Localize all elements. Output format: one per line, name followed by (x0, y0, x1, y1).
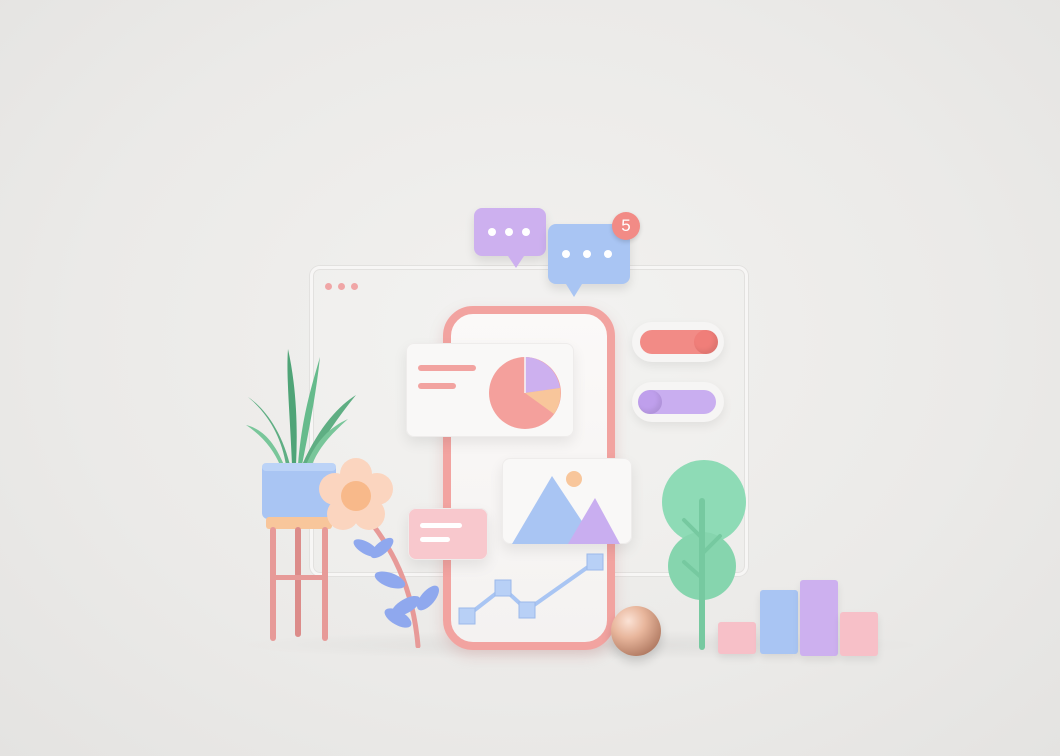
bubble-dot (488, 228, 496, 236)
bubble-dot (562, 250, 570, 258)
window-dot (338, 283, 345, 290)
chat-bubble-purple (474, 208, 546, 268)
bubble-tail (566, 284, 582, 297)
bubble-dot (522, 228, 530, 236)
bar (800, 580, 838, 656)
bar (840, 612, 878, 656)
sphere-icon (611, 606, 661, 656)
image-card (502, 458, 632, 544)
bubble-dot (583, 250, 591, 258)
toggle-knob (694, 330, 718, 354)
pie-chart-card (406, 343, 574, 437)
image-icon (512, 471, 620, 544)
toggle-switch-off[interactable] (632, 382, 724, 422)
toggle-knob (638, 390, 662, 414)
window-dot (325, 283, 332, 290)
bar (718, 622, 756, 654)
pie-chart-icon (489, 357, 561, 429)
toggle-switch-on[interactable] (632, 322, 724, 362)
bubble-dot (505, 228, 513, 236)
bar (760, 590, 798, 654)
bar-chart-icon (718, 576, 882, 660)
bubble-dot (604, 250, 612, 258)
card-text-line (418, 383, 456, 389)
flower-icon (319, 458, 440, 648)
notification-badge: 5 (612, 212, 640, 240)
line-chart-icon (458, 553, 604, 625)
card-text-line (418, 365, 476, 371)
window-dot (351, 283, 358, 290)
bubble-tail (508, 256, 524, 268)
